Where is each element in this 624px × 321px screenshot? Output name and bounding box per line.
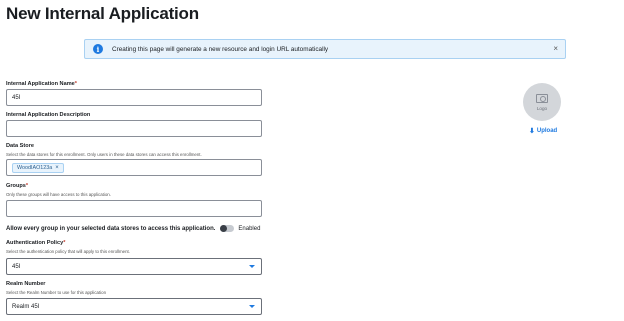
info-banner-text: Creating this page will generate a new r… <box>112 45 329 53</box>
close-icon[interactable]: × <box>553 45 558 53</box>
upload-button[interactable]: ⬇ Upload <box>529 127 557 135</box>
auth-policy-value: 45I <box>12 263 21 270</box>
allow-all-groups-label: Allow every group in your selected data … <box>6 225 216 232</box>
page-title: New Internal Application <box>6 4 199 23</box>
logo-placeholder-text: Logo <box>536 105 548 111</box>
description-label: Internal Application Description <box>6 112 90 118</box>
name-field[interactable]: 45I <box>6 89 262 106</box>
auth-policy-help: Select the authentication policy that wi… <box>6 249 130 254</box>
remove-chip-icon[interactable]: × <box>55 165 59 171</box>
realm-value: Realm 45I <box>12 303 40 310</box>
auth-policy-label: Authentication Policy* <box>6 240 65 246</box>
upload-label: Upload <box>536 128 558 134</box>
description-label-text: Internal Application Description <box>6 112 91 118</box>
image-icon <box>536 93 548 103</box>
groups-label-text: Groups <box>6 183 26 189</box>
description-field[interactable] <box>6 120 262 137</box>
required-marker: * <box>25 183 29 189</box>
realm-help: Select the Realm Number to use for this … <box>6 290 107 295</box>
data-store-field[interactable]: WoodIAO123a × <box>6 159 262 176</box>
data-store-help: Select the data stores for this enrollme… <box>6 152 202 157</box>
data-store-chip: WoodIAO123a × <box>12 162 64 173</box>
realm-label-text: Realm Number <box>6 281 46 287</box>
info-icon: i <box>93 44 103 54</box>
data-store-label-text: Data Store <box>6 143 34 149</box>
data-store-label: Data Store <box>6 143 34 149</box>
allow-all-groups-toggle[interactable] <box>220 225 235 232</box>
name-label: Internal Application Name* <box>6 81 77 87</box>
groups-label: Groups* <box>6 183 28 189</box>
name-field-value: 45I <box>12 94 21 101</box>
upload-icon: ⬇ <box>529 128 535 135</box>
allow-all-groups-row: Allow every group in your selected data … <box>6 225 260 232</box>
chevron-down-icon <box>249 265 255 268</box>
realm-select[interactable]: Realm 45I <box>6 298 262 315</box>
chevron-down-icon <box>249 305 255 308</box>
groups-help: Only these groups will have access to th… <box>6 192 111 197</box>
name-label-text: Internal Application Name <box>6 81 75 87</box>
info-banner: i Creating this page will generate a new… <box>84 39 566 59</box>
auth-policy-label-text: Authentication Policy <box>6 240 64 246</box>
data-store-chip-label: WoodIAO123a <box>17 164 53 171</box>
logo-placeholder: Logo <box>523 83 561 121</box>
required-marker: * <box>63 240 66 246</box>
auth-policy-select[interactable]: 45I <box>6 258 262 275</box>
toggle-knob <box>220 225 228 232</box>
groups-field[interactable] <box>6 200 262 217</box>
realm-label: Realm Number <box>6 281 45 287</box>
toggle-state-label: Enabled <box>238 225 261 232</box>
required-marker: * <box>74 81 77 87</box>
